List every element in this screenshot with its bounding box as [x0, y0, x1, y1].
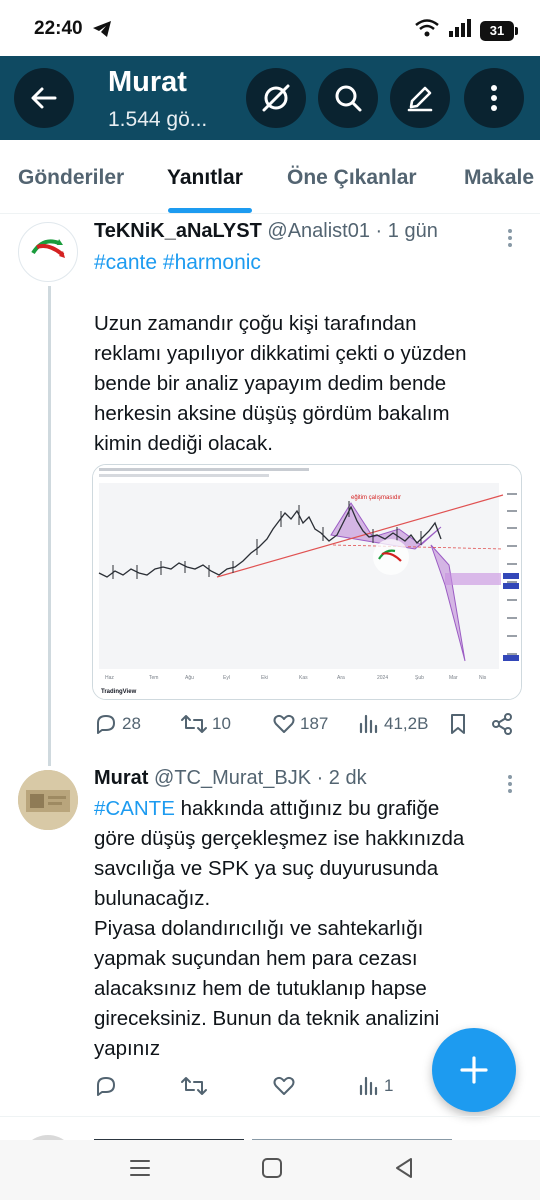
- back-button[interactable]: [14, 68, 74, 128]
- author-name[interactable]: Murat: [94, 767, 148, 789]
- tweet-time: · 2 dk: [316, 767, 367, 789]
- chart-axis-label: Ağu: [185, 675, 194, 681]
- home-icon[interactable]: [260, 1156, 284, 1180]
- profile-tabs: Gönderiler Yanıtlar Öne Çıkanlar Makale: [0, 140, 540, 214]
- view-count: 1: [384, 1076, 394, 1095]
- chart-axis-label: 2024: [377, 675, 388, 681]
- wifi-icon: [414, 18, 440, 43]
- profile-header: Murat 1.544 gö...: [0, 56, 540, 140]
- like-button[interactable]: 187: [272, 712, 328, 736]
- search-button[interactable]: [318, 68, 378, 128]
- chart-watermark: TradingView: [101, 689, 137, 695]
- tweet-hashtags[interactable]: #cante #harmonic: [94, 251, 261, 275]
- view-count: 41,2B: [384, 714, 429, 733]
- chart-axis-label: Eyl: [223, 675, 230, 681]
- like-button[interactable]: [272, 1074, 296, 1098]
- more-vertical-icon: [508, 775, 512, 793]
- recent-apps-icon[interactable]: [128, 1156, 152, 1180]
- tweet-more-button[interactable]: [507, 774, 513, 794]
- pencil-icon: [407, 86, 433, 112]
- chart-axis-label: Tem: [149, 675, 158, 681]
- tab-replies[interactable]: Yanıtlar: [167, 166, 243, 190]
- arrow-left-icon: [31, 87, 57, 109]
- compose-button[interactable]: [432, 1028, 516, 1112]
- tab-articles[interactable]: Makale: [464, 166, 534, 190]
- chart-axis-label: Ara: [337, 675, 345, 681]
- author-handle[interactable]: @Analist01: [267, 220, 370, 242]
- analytics-icon: [359, 714, 378, 734]
- reply-button[interactable]: 28: [94, 712, 141, 736]
- tab-highlights[interactable]: Öne Çıkanlar: [287, 166, 417, 190]
- chart-caption: eğitim çalışmasıdır: [351, 495, 401, 501]
- telegram-icon: [92, 20, 112, 43]
- retweet-icon: [181, 715, 207, 733]
- tweet-chart-image[interactable]: eğitim çalışmasıdır Haz Tem Ağu Eyl Eki …: [92, 464, 522, 700]
- heart-icon: [273, 1076, 295, 1095]
- tweet-text-lead: hakkında attığınız bu grafiğe: [174, 797, 440, 820]
- bookmark-button[interactable]: [448, 712, 468, 736]
- reply-icon: [97, 715, 115, 734]
- tweet-more-button[interactable]: [507, 228, 513, 248]
- share-button[interactable]: [490, 712, 514, 736]
- tweet-text: göre düşüş gerçekleşmez ise hakkınızda s…: [94, 827, 465, 1060]
- share-icon: [492, 713, 512, 735]
- avatar[interactable]: [18, 770, 78, 830]
- signal-icon: [448, 18, 472, 43]
- status-icons: 31: [414, 18, 518, 43]
- author-handle[interactable]: @TC_Murat_BJK: [154, 767, 311, 789]
- status-time: 22:40: [34, 18, 83, 39]
- reply-button[interactable]: [94, 1074, 118, 1098]
- tweet-actions: 28 10 187 41,2B: [94, 712, 514, 742]
- battery-icon: 31: [480, 20, 518, 41]
- hashtag-link[interactable]: #CANTE: [94, 797, 175, 820]
- retweet-count: 10: [212, 714, 231, 733]
- tweet-time: · 1 gün: [375, 220, 438, 242]
- more-options-button[interactable]: [464, 68, 524, 128]
- chart-axis-label: Şub: [415, 675, 424, 681]
- edit-button[interactable]: [390, 68, 450, 128]
- thread-connector: [48, 286, 51, 766]
- status-bar: 22:40 31: [0, 0, 540, 56]
- views-button[interactable]: 41,2B: [358, 712, 428, 736]
- like-count: 187: [300, 714, 329, 733]
- tweet-header: Murat @TC_Murat_BJK · 2 dk: [94, 767, 367, 790]
- plus-icon: [460, 1056, 488, 1084]
- avatar[interactable]: [18, 222, 78, 282]
- tweet-text-first-line: #CANTE hakkında attığınız bu grafiğe: [94, 794, 439, 824]
- grok-button[interactable]: [246, 68, 306, 128]
- next-tweet-partial: [20, 1130, 540, 1140]
- tweet-header: TeKNiK_aNaLYST @Analist01 · 1 gün: [94, 220, 438, 243]
- retweet-icon: [181, 1077, 207, 1095]
- bookmark-icon: [451, 714, 465, 734]
- chart-axis-label: Eki: [261, 675, 268, 681]
- retweet-button[interactable]: [180, 1074, 208, 1098]
- profile-post-count: 1.544 gö...: [108, 108, 208, 131]
- views-button[interactable]: 1: [358, 1074, 393, 1098]
- grok-icon: [262, 84, 290, 112]
- profile-name: Murat: [108, 66, 187, 98]
- chart-axis-label: Mar: [449, 675, 458, 681]
- active-tab-indicator: [168, 208, 252, 213]
- chart-axis-label: Kas: [299, 675, 308, 681]
- tab-posts[interactable]: Gönderiler: [18, 166, 124, 190]
- chart-axis-label: Nis: [479, 675, 487, 681]
- search-icon: [335, 85, 362, 112]
- reply-count: 28: [122, 714, 141, 733]
- author-name[interactable]: TeKNiK_aNaLYST: [94, 220, 262, 242]
- retweet-button[interactable]: 10: [180, 712, 231, 736]
- analytics-icon: [359, 1076, 378, 1096]
- reply-icon: [97, 1077, 115, 1096]
- back-nav-icon[interactable]: [392, 1156, 416, 1180]
- chart-axis-label: Haz: [105, 675, 114, 681]
- system-nav-bar: [0, 1140, 540, 1200]
- heart-icon: [273, 714, 295, 733]
- tweet-text: Uzun zamandır çoğu kişi tarafından rekla…: [94, 312, 467, 455]
- more-vertical-icon: [491, 85, 497, 111]
- tweet-divider: [0, 1116, 540, 1117]
- more-vertical-icon: [508, 229, 512, 247]
